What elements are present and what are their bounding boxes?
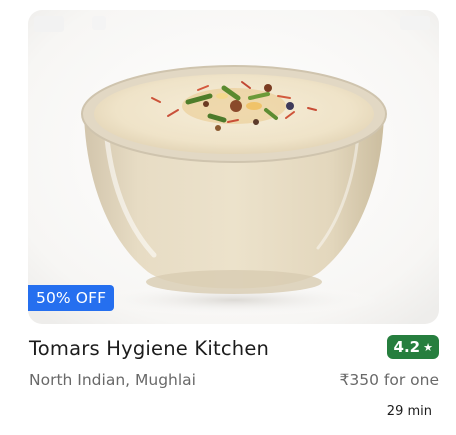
rating-badge: 4.2 ★ [386,335,439,359]
offer-badge: 50% OFF [28,285,115,311]
price-for-one: ₹350 for one [339,371,439,389]
restaurant-card[interactable]: 50% OFF Tomars Hygiene Kitchen 4.2 ★ Nor… [0,0,456,435]
dessert-bowl-image [28,10,439,324]
delivery-time: 29 min [386,404,432,419]
restaurant-name[interactable]: Tomars Hygiene Kitchen [29,337,269,360]
rating-value: 4.2 [393,338,421,356]
cuisine-list: North Indian, Mughlai [29,371,196,389]
star-icon: ★ [423,340,433,354]
restaurant-image[interactable] [28,10,439,324]
